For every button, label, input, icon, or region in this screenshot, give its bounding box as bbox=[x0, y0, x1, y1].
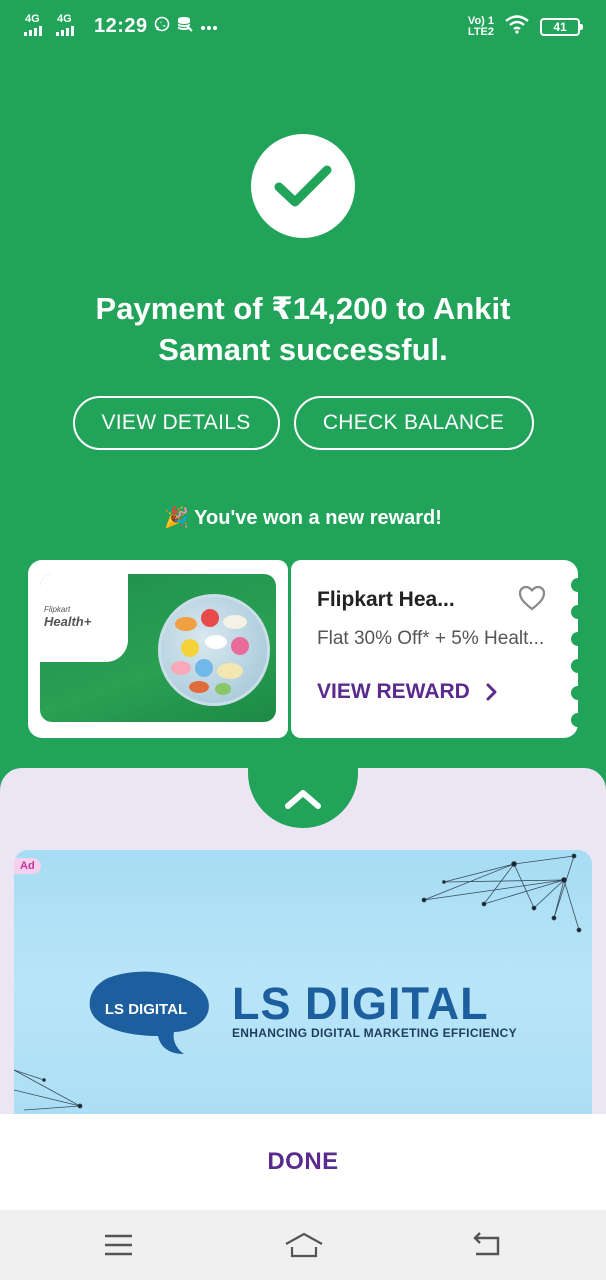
heart-icon[interactable] bbox=[517, 584, 547, 614]
reward-card[interactable]: Flipkart Health+ Flipkart Hea... Flat 30… bbox=[28, 560, 585, 738]
reward-title: Flipkart Hea... bbox=[317, 588, 455, 611]
volte-label: Vo) 1 bbox=[467, 14, 494, 27]
pills-bowl-image bbox=[158, 594, 270, 706]
battery-icon: 41 bbox=[540, 17, 583, 36]
view-reward-link[interactable]: VIEW REWARD bbox=[317, 680, 498, 704]
menu-icon[interactable] bbox=[102, 1230, 136, 1260]
ls-digital-logo: LS DIGITAL bbox=[89, 971, 209, 1054]
network-signal-2: 4G bbox=[56, 14, 82, 38]
check-balance-button[interactable]: CHECK BALANCE bbox=[293, 396, 534, 450]
chevron-right-icon bbox=[486, 683, 497, 701]
ad-tagline: ENHANCING DIGITAL MARKETING EFFICIENCY bbox=[232, 1026, 517, 1040]
health-plus-logo: Flipkart Health+ bbox=[44, 604, 91, 628]
ad-banner[interactable]: Ad LS DIGITAL LS DIGITAL ENHANCING DIGIT… bbox=[14, 850, 592, 1150]
more-dots-icon bbox=[200, 18, 218, 35]
network-graphic bbox=[421, 853, 582, 933]
logo-text: LS DIGITAL bbox=[105, 1001, 187, 1018]
lte-label: LTE2 bbox=[467, 25, 494, 38]
ticket-divider bbox=[288, 574, 290, 724]
view-details-button[interactable]: VIEW DETAILS bbox=[72, 396, 280, 450]
network-type-label: 4G bbox=[57, 13, 72, 25]
brand-name-label: Health+ bbox=[44, 614, 92, 629]
storage-icon bbox=[176, 16, 194, 36]
ad-title: LS DIGITAL bbox=[232, 978, 489, 1029]
ad-badge: Ad bbox=[14, 858, 41, 874]
payment-success-message: Payment of ₹14,200 to Ankit Samant succe… bbox=[95, 291, 511, 367]
reward-description: Flat 30% Off* + 5% Healt... bbox=[317, 628, 545, 649]
whatsapp-icon bbox=[154, 16, 170, 36]
battery-level: 41 bbox=[553, 19, 567, 34]
ticket-edge bbox=[571, 578, 585, 727]
checkmark-icon bbox=[274, 165, 332, 207]
wifi-icon bbox=[504, 14, 530, 39]
back-icon[interactable] bbox=[470, 1230, 504, 1260]
reward-banner-image: Flipkart Health+ bbox=[40, 574, 276, 722]
done-button[interactable]: DONE bbox=[267, 1148, 338, 1176]
status-bar: 4G 4G 12:29 Vo) 1 LTE2 41 bbox=[0, 0, 606, 56]
volte-indicator: Vo) 1 LTE2 bbox=[467, 14, 494, 38]
view-reward-label: VIEW REWARD bbox=[317, 680, 470, 703]
network-graphic bbox=[14, 1069, 83, 1111]
success-check-badge bbox=[251, 134, 355, 238]
network-signal-1: 4G bbox=[24, 14, 50, 38]
system-nav-bar bbox=[0, 1210, 606, 1280]
home-icon[interactable] bbox=[284, 1230, 323, 1260]
done-bar: DONE bbox=[0, 1114, 606, 1210]
chevron-up-icon bbox=[285, 790, 321, 809]
clock: 12:29 bbox=[94, 14, 148, 37]
network-type-label: 4G bbox=[25, 13, 40, 25]
reward-announcement: 🎉 You've won a new reward! bbox=[164, 507, 442, 529]
